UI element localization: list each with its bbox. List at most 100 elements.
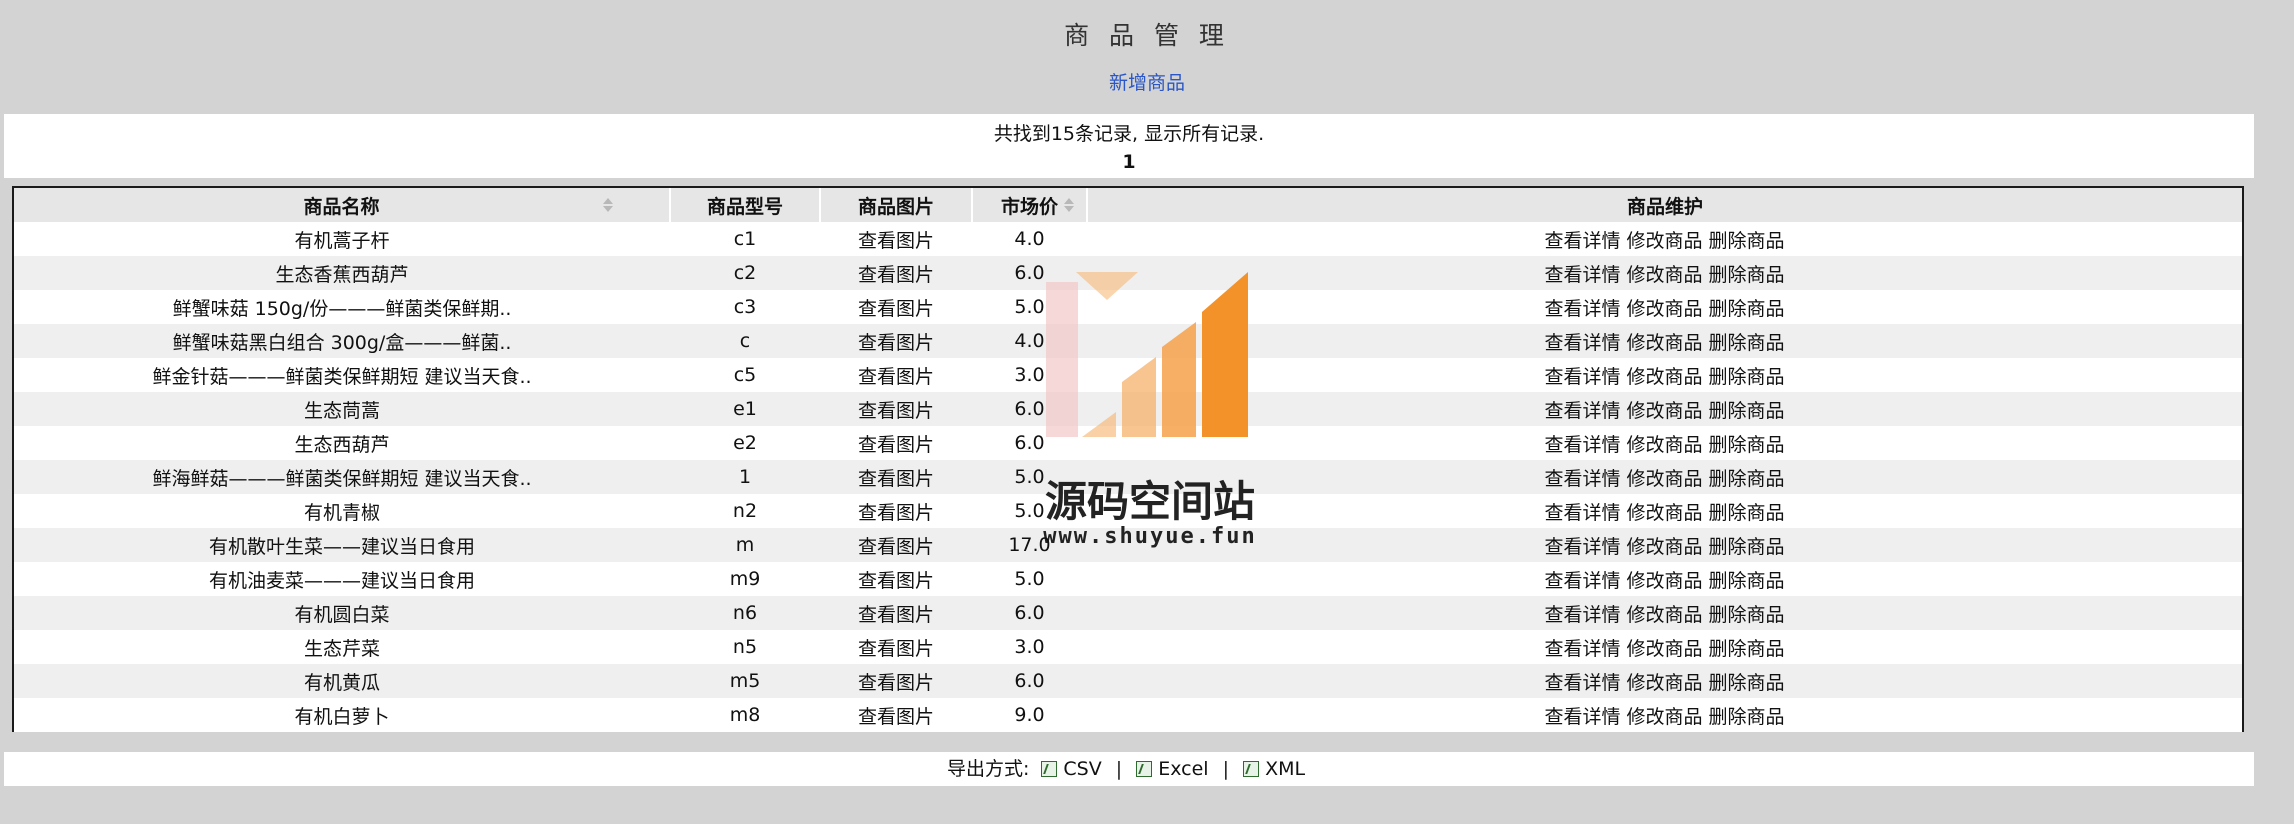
product-model-cell: c [670, 324, 820, 358]
edit-product-link[interactable]: 修改商品 [1626, 706, 1702, 728]
table-row: 鲜蟹味菇 150g/份———鲜菌类保鲜期.. c3 查看图片 5.0 查看详情 修改商品删… [14, 290, 2242, 324]
delete-product-link[interactable]: 删除商品 [1709, 264, 1785, 286]
view-image-link[interactable]: 查看图片 [820, 630, 972, 664]
delete-product-link[interactable]: 删除商品 [1709, 366, 1785, 388]
delete-product-link[interactable]: 删除商品 [1709, 672, 1785, 694]
add-product-link[interactable]: 新增商品 [1109, 72, 1185, 94]
row-actions-cell: 查看详情 修改商品 删除商品 [1087, 222, 2242, 256]
edit-product-link[interactable]: 修改商品 [1626, 672, 1702, 694]
view-details-link[interactable]: 查看详情 [1544, 502, 1620, 524]
product-name-cell: 有机青椒 [14, 494, 670, 528]
market-price-cell: 17.0 [972, 528, 1087, 562]
row-actions-cell: 查看详情 修改商品 删除商品 [1087, 664, 2242, 698]
view-details-link[interactable]: 查看详情 [1544, 468, 1620, 490]
delete-product-link[interactable]: 删除商品 [1709, 468, 1785, 490]
edit-product-link[interactable]: 修改商品 [1626, 332, 1702, 354]
edit-product-link[interactable]: 修改商品 [1626, 570, 1702, 592]
edit-product-link[interactable]: 修改商品 [1626, 298, 1702, 320]
view-image-link[interactable]: 查看图片 [820, 324, 972, 358]
export-csv-link[interactable]: CSV [1041, 752, 1102, 786]
edit-product-link[interactable]: 修改商品 [1626, 230, 1702, 252]
column-header-name[interactable]: 商品名称 [14, 188, 671, 222]
edit-product-link[interactable]: 修改商品 [1626, 468, 1702, 490]
view-image-link[interactable]: 查看图片 [820, 358, 972, 392]
market-price-cell: 4.0 [972, 222, 1087, 256]
delete-product-link[interactable]: 删除商品 [1709, 298, 1785, 320]
delete-product-link[interactable]: 删除商品 [1709, 706, 1785, 728]
view-image-link[interactable]: 查看图片 [820, 528, 972, 562]
delete-product-link[interactable]: 删除商品 [1709, 536, 1785, 558]
product-name-cell: 有机黄瓜 [14, 664, 670, 698]
table-row: 有机黄瓜 m5 查看图片 6.0 查看详情 修改商品 删除商品 [14, 664, 2242, 698]
export-xml-link[interactable]: XML [1243, 752, 1305, 786]
row-actions-cell: 查看详情 修改商品 删除商品 [1087, 426, 2242, 460]
market-price-cell: 6.0 [972, 596, 1087, 630]
separator: | [1115, 758, 1123, 780]
view-details-link[interactable]: 查看详情 [1544, 366, 1620, 388]
product-model-cell: c1 [670, 222, 820, 256]
delete-product-link[interactable]: 删除商品 [1709, 434, 1785, 456]
sort-icon[interactable] [1064, 195, 1074, 215]
export-excel-link[interactable]: Excel [1136, 752, 1209, 786]
edit-product-link[interactable]: 修改商品 [1626, 638, 1702, 660]
edit-product-link[interactable]: 修改商品 [1626, 400, 1702, 422]
view-image-link[interactable]: 查看图片 [820, 460, 972, 494]
view-image-link[interactable]: 查看图片 [820, 664, 972, 698]
view-details-link[interactable]: 查看详情 [1544, 264, 1620, 286]
view-image-link[interactable]: 查看图片 [820, 222, 972, 256]
view-details-link[interactable]: 查看详情 [1544, 604, 1620, 626]
view-details-link[interactable]: 查看详情 [1544, 298, 1620, 320]
view-details-link[interactable]: 查看详情 [1544, 230, 1620, 252]
delete-product-link[interactable]: 删除商品 [1709, 332, 1785, 354]
market-price-cell: 3.0 [972, 358, 1087, 392]
row-actions-cell: 查看详情 修改商品 删除商品 [1087, 562, 2242, 596]
edit-product-link[interactable]: 修改商品 [1626, 604, 1702, 626]
view-image-link[interactable]: 查看图片 [820, 392, 972, 426]
row-actions-cell: 查看详情 修改商品 删除商品 [1087, 290, 2242, 324]
view-details-link[interactable]: 查看详情 [1544, 672, 1620, 694]
page-number[interactable]: 1 [4, 151, 2254, 173]
product-name-cell: 有机油麦菜———建议当日食用 [14, 562, 670, 596]
column-header-image: 商品图片 [820, 188, 973, 222]
delete-product-link[interactable]: 删除商品 [1709, 230, 1785, 252]
market-price-cell: 6.0 [972, 256, 1087, 290]
view-image-link[interactable]: 查看图片 [820, 596, 972, 630]
product-name-cell: 鲜蟹味菇黑白组合 300g/盒———鲜菌.. [14, 324, 670, 358]
delete-product-link[interactable]: 删除商品 [1709, 502, 1785, 524]
market-price-cell: 9.0 [972, 698, 1087, 732]
view-image-link[interactable]: 查看图片 [820, 562, 972, 596]
edit-product-link[interactable]: 修改商品 [1626, 434, 1702, 456]
view-image-link[interactable]: 查看图片 [820, 698, 972, 732]
column-header-price[interactable]: 市场价 [972, 188, 1088, 222]
edit-product-link[interactable]: 修改商品 [1626, 366, 1702, 388]
product-name-cell: 鲜金针菇———鲜菌类保鲜期短 建议当天食.. [14, 358, 670, 392]
row-actions-cell: 查看详情 修改商品 删除商品 [1087, 358, 2242, 392]
product-model-cell: n2 [670, 494, 820, 528]
view-image-link[interactable]: 查看图片 [820, 494, 972, 528]
view-details-link[interactable]: 查看详情 [1544, 570, 1620, 592]
view-image-link[interactable]: 查看图片 [820, 426, 972, 460]
product-name-cell: 有机圆白菜 [14, 596, 670, 630]
sort-icon[interactable] [603, 195, 613, 215]
edit-product-link[interactable]: 修改商品 [1626, 264, 1702, 286]
view-details-link[interactable]: 查看详情 [1544, 638, 1620, 660]
edit-product-link[interactable]: 修改商品 [1626, 502, 1702, 524]
delete-product-link[interactable]: 删除商品 [1709, 638, 1785, 660]
view-details-link[interactable]: 查看详情 [1544, 706, 1620, 728]
view-details-link[interactable]: 查看详情 [1544, 434, 1620, 456]
delete-product-link[interactable]: 删除商品 [1709, 570, 1785, 592]
product-table-container: 商品名称 商品型号 商品图片 市场价 商品维护 有机蒿子杆 c1 查看图片 4.0 查看… [12, 186, 2244, 732]
separator: | [1222, 758, 1230, 780]
view-image-link[interactable]: 查看图片 [820, 290, 972, 324]
view-details-link[interactable]: 查看详情 [1544, 536, 1620, 558]
view-details-link[interactable]: 查看详情 [1544, 332, 1620, 354]
delete-product-link[interactable]: 删除商品 [1709, 604, 1785, 626]
csv-file-icon [1041, 761, 1058, 777]
delete-product-link[interactable]: 删除商品 [1709, 400, 1785, 422]
view-image-link[interactable]: 查看图片 [820, 256, 972, 290]
table-row: 生态香蕉西葫芦 c2 查看图片 6.0 查看详情 修改商品 删除商品 [14, 256, 2242, 290]
product-name-cell: 鲜蟹味菇 150g/份———鲜菌类保鲜期.. [14, 290, 670, 324]
view-details-link[interactable]: 查看详情 [1544, 400, 1620, 422]
edit-product-link[interactable]: 修改商品 [1626, 536, 1702, 558]
product-model-cell: e2 [670, 426, 820, 460]
